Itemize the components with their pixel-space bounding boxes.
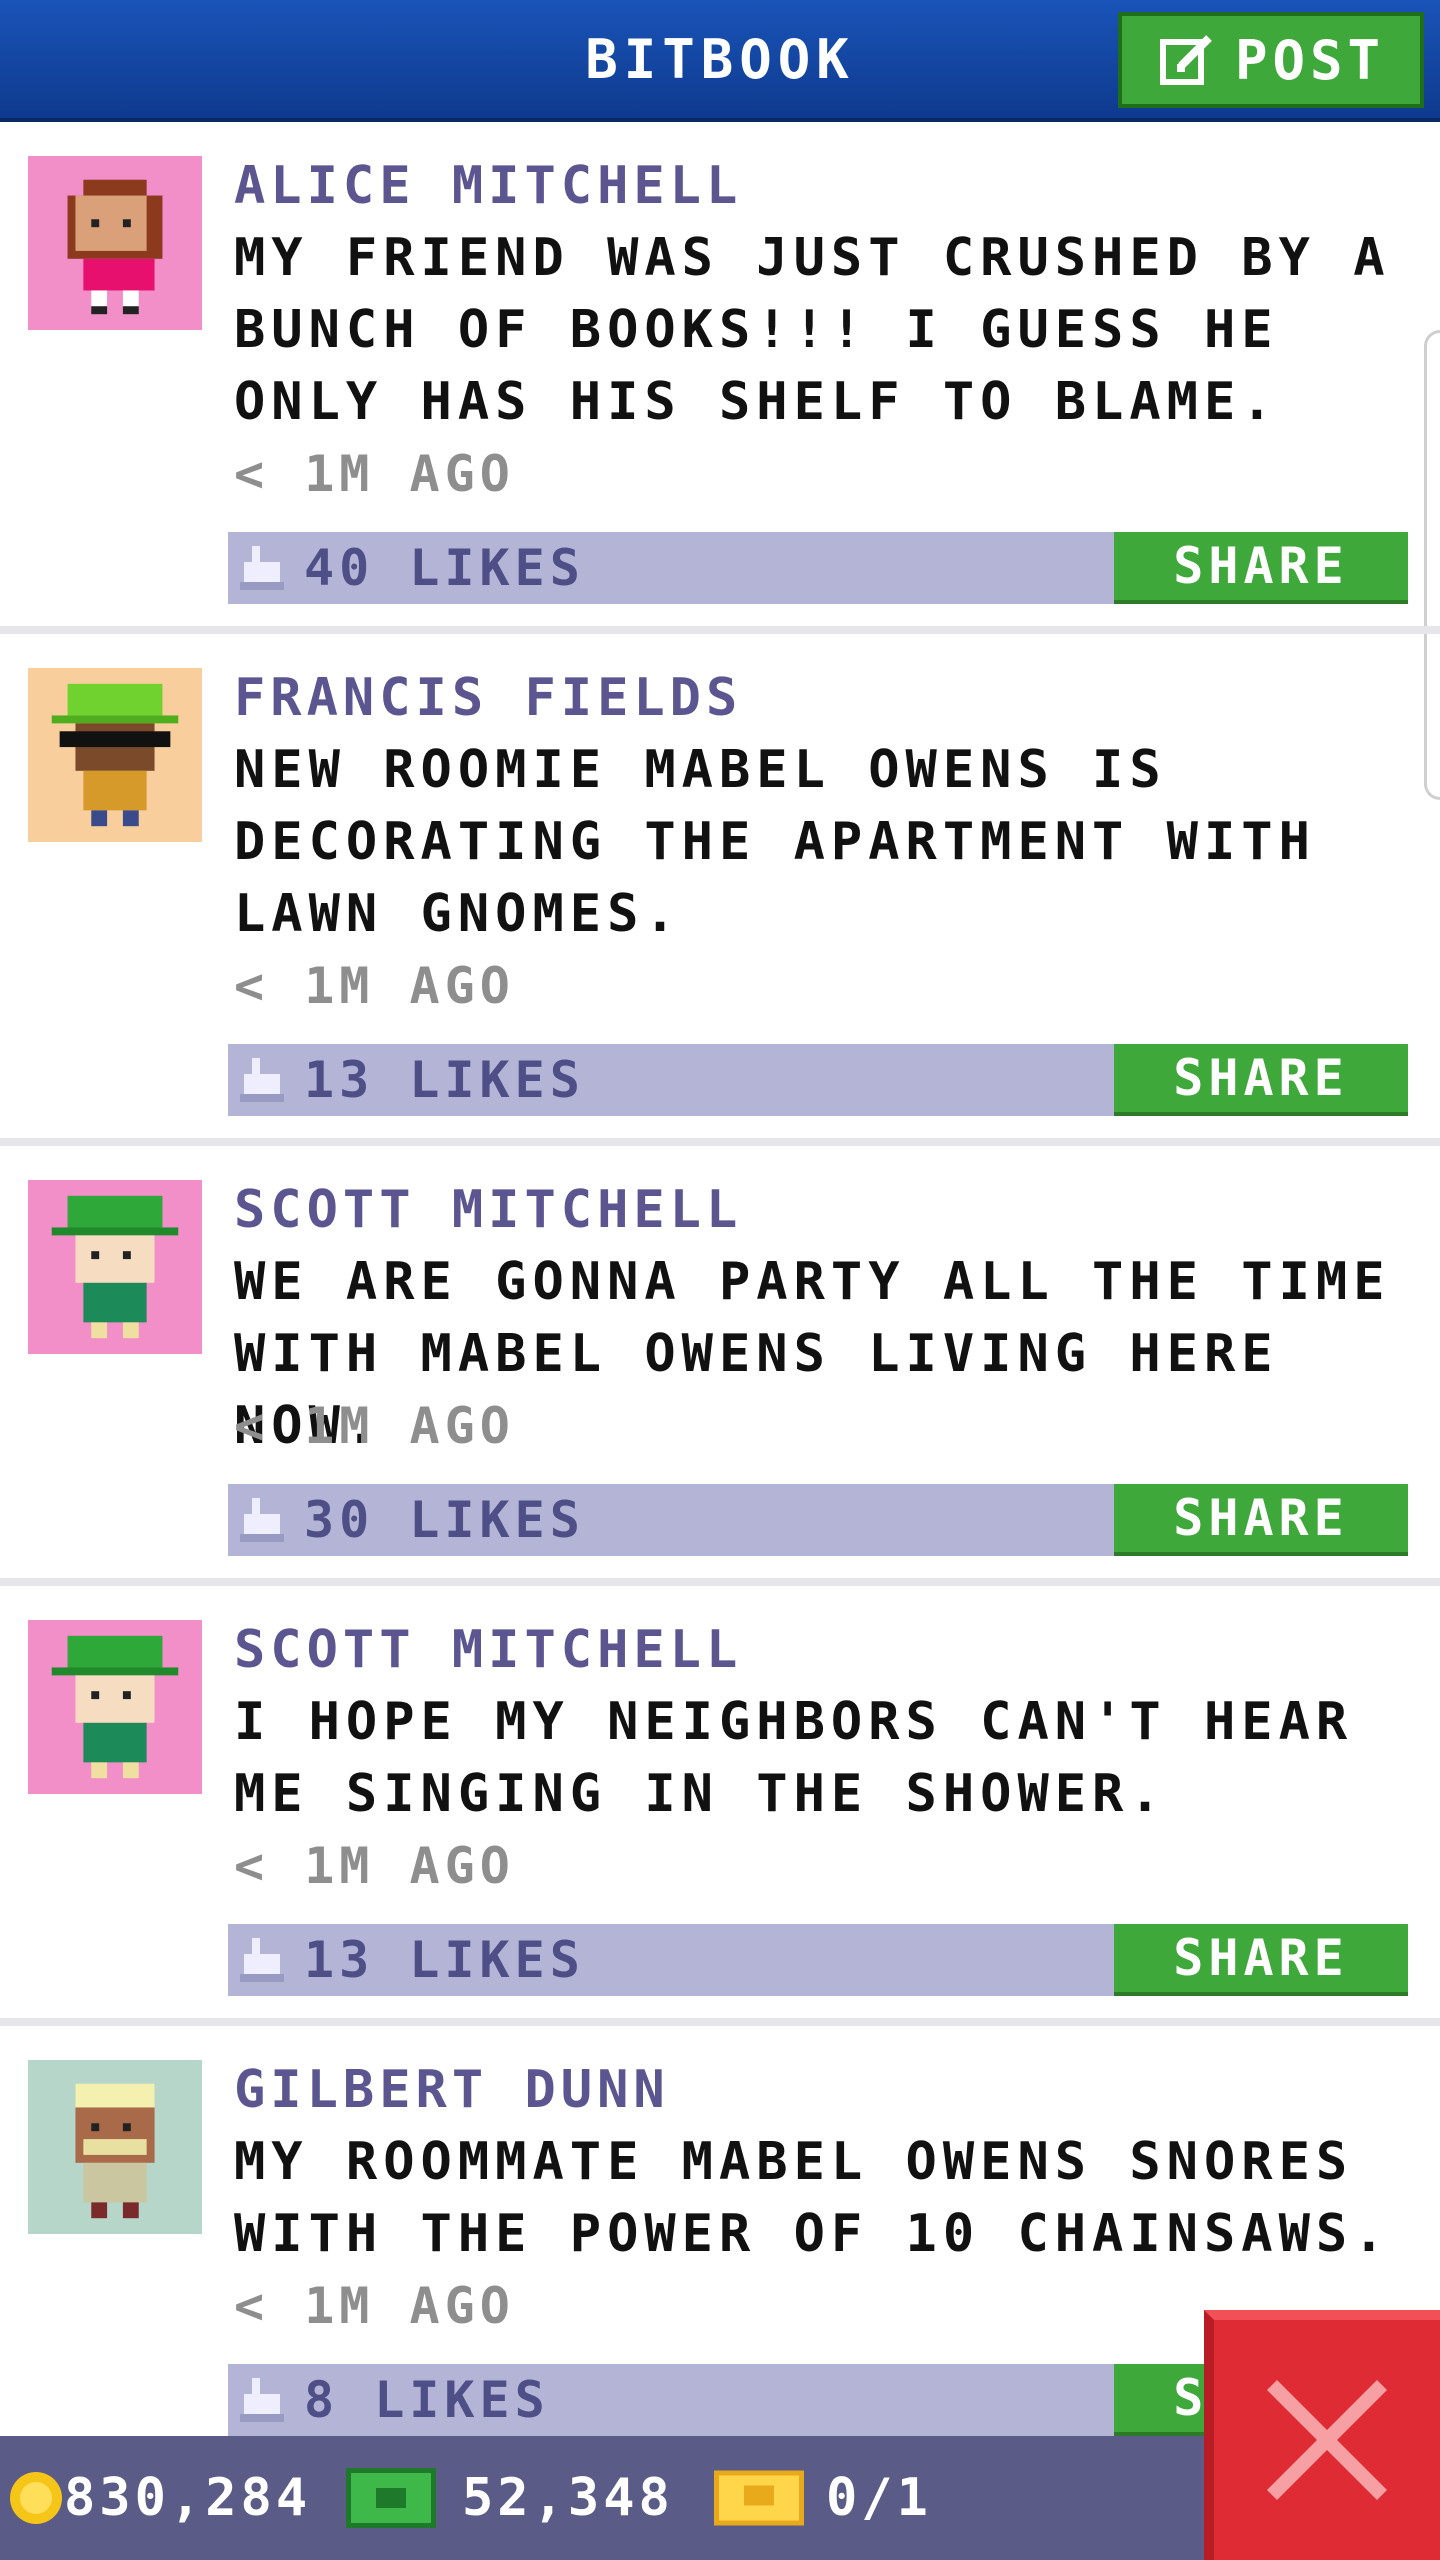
share-button[interactable]: SHARE <box>1114 1484 1408 1556</box>
feed-post: ALICE MITCHELL MY FRIEND WAS JUST CRUSHE… <box>0 126 1440 634</box>
post-time: < 1M AGO <box>234 1837 515 1895</box>
coin-icon <box>10 2472 62 2524</box>
feed-post: SCOTT MITCHELL I HOPE MY NEIGHBORS CAN'T… <box>0 1586 1440 2026</box>
avatar[interactable] <box>28 156 202 330</box>
post-button[interactable]: POST <box>1118 12 1424 108</box>
share-button[interactable]: SHARE <box>1114 532 1408 604</box>
post-text: MY ROOMMATE MABEL OWENS SNORES WITH THE … <box>234 2132 1391 2264</box>
likes-count: 40 LIKES <box>304 539 585 597</box>
close-button[interactable] <box>1204 2310 1440 2560</box>
share-button[interactable]: SHARE <box>1114 1924 1408 1996</box>
like-bar: 40 LIKES SHARE <box>228 532 1408 604</box>
post-author[interactable]: SCOTT MITCHELL <box>234 1174 742 1246</box>
share-button[interactable]: SHARE <box>1114 1044 1408 1116</box>
avatar[interactable] <box>28 1180 202 1354</box>
tickets-count: 0/1 <box>826 2468 932 2528</box>
thumbs-up-icon[interactable] <box>240 1058 284 1102</box>
post-time: < 1M AGO <box>234 1397 515 1455</box>
thumbs-up-icon[interactable] <box>240 1498 284 1542</box>
post-time: < 1M AGO <box>234 2277 515 2335</box>
close-icon <box>1267 2380 1387 2500</box>
avatar[interactable] <box>28 668 202 842</box>
post-author[interactable]: ALICE MITCHELL <box>234 150 742 222</box>
app-header: BITBOOK POST <box>0 0 1440 122</box>
post-author[interactable]: GILBERT DUNN <box>234 2054 670 2126</box>
likes-count: 13 LIKES <box>304 1051 585 1109</box>
likes-count: 13 LIKES <box>304 1931 585 1989</box>
post-button-label: POST <box>1234 28 1386 92</box>
post-text: I HOPE MY NEIGHBORS CAN'T HEAR ME SINGIN… <box>234 1692 1354 1824</box>
compose-icon <box>1159 35 1212 85</box>
likes-count: 30 LIKES <box>304 1491 585 1549</box>
likes-count: 8 LIKES <box>304 2371 550 2429</box>
coins-count: 830,284 <box>64 2468 312 2528</box>
avatar[interactable] <box>28 1620 202 1794</box>
like-bar: 30 LIKES SHARE <box>228 1484 1408 1556</box>
ticket-icon <box>714 2470 804 2526</box>
avatar[interactable] <box>28 2060 202 2234</box>
post-time: < 1M AGO <box>234 445 515 503</box>
feed-post: SCOTT MITCHELL WE ARE GONNA PARTY ALL TH… <box>0 1146 1440 1586</box>
thumbs-up-icon[interactable] <box>240 2378 284 2422</box>
thumbs-up-icon[interactable] <box>240 546 284 590</box>
like-bar: 13 LIKES SHARE <box>228 1044 1408 1116</box>
feed-post: FRANCIS FIELDS NEW ROOMIE MABEL OWENS IS… <box>0 634 1440 1146</box>
bux-count: 52,348 <box>462 2468 674 2528</box>
thumbs-up-icon[interactable] <box>240 1938 284 1982</box>
like-bar: 13 LIKES SHARE <box>228 1924 1408 1996</box>
post-time: < 1M AGO <box>234 957 515 1015</box>
post-author[interactable]: SCOTT MITCHELL <box>234 1614 742 1686</box>
bux-bill-icon <box>346 2468 436 2528</box>
post-author[interactable]: FRANCIS FIELDS <box>234 662 742 734</box>
post-text: MY FRIEND WAS JUST CRUSHED BY A BUNCH OF… <box>234 228 1391 432</box>
post-text: NEW ROOMIE MABEL OWENS IS DECORATING THE… <box>234 740 1316 944</box>
